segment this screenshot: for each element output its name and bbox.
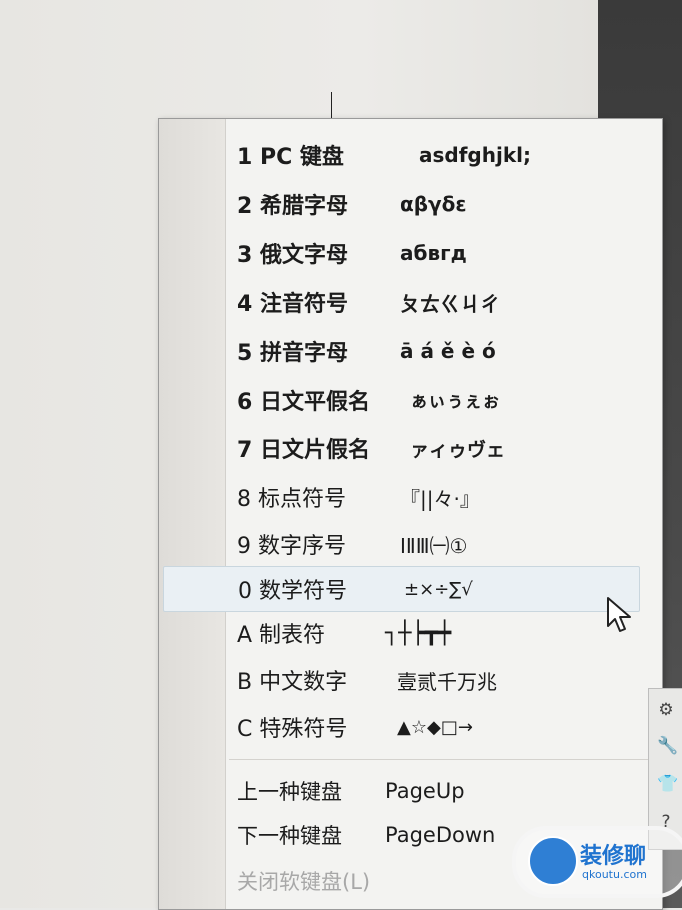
menu-item-greek[interactable]: 2 希腊字母 αβγδε bbox=[225, 182, 645, 226]
menu-item-label: 8 标点符号 bbox=[237, 487, 346, 512]
watermark-text: 装修聊 bbox=[580, 844, 647, 869]
menu-item-pinyin[interactable]: 5 拼音字母 ā á ě è ó bbox=[225, 329, 645, 373]
menu-item-punctuation[interactable]: 8 标点符号 『||々·』 bbox=[225, 475, 645, 519]
menu-item-label: 0 数学符号 bbox=[238, 579, 347, 604]
menu-item-katakana[interactable]: 7 日文片假名 ァィゥヴェ bbox=[225, 426, 645, 470]
soft-keyboard-menu: 1 PC 键盘 asdfghjkl; 2 希腊字母 αβγδε 3 俄文字母 а… bbox=[158, 118, 663, 910]
menu-item-sample: ⅠⅡⅢ㈠① bbox=[400, 533, 468, 558]
menu-item-hiragana[interactable]: 6 日文平假名 ぁぃぅぇぉ bbox=[225, 378, 645, 422]
menu-item-zhuyin[interactable]: 4 注音符号 ㄆㄊㄍㄐㄔ bbox=[225, 280, 645, 324]
menu-item-shortcut: PageUp bbox=[385, 779, 465, 803]
watermark-logo bbox=[528, 836, 578, 886]
gear-icon[interactable]: ⚙ bbox=[657, 701, 675, 719]
menu-item-label: 9 数字序号 bbox=[237, 534, 346, 559]
menu-item-sample: ▲☆◆□→ bbox=[397, 716, 473, 738]
menu-item-russian[interactable]: 3 俄文字母 абвгд bbox=[225, 231, 645, 275]
menu-item-box-drawing[interactable]: A 制表符 ┐┼┝┳┿ bbox=[225, 611, 645, 655]
menu-item-sample: ±×÷∑√ bbox=[404, 578, 473, 600]
menu-separator bbox=[229, 759, 649, 760]
menu-item-sample: ┐┼┝┳┿ bbox=[385, 620, 452, 646]
menu-item-special[interactable]: C 特殊符号 ▲☆◆□→ bbox=[225, 705, 645, 749]
menu-item-sample: asdfghjkl; bbox=[419, 143, 531, 167]
menu-item-label: 7 日文片假名 bbox=[237, 438, 370, 463]
watermark-url: qkoutu.com bbox=[582, 868, 647, 881]
menu-item-sample: 『||々·』 bbox=[400, 486, 480, 511]
menu-item-math[interactable]: 0 数学符号 ±×÷∑√ bbox=[163, 566, 640, 612]
menu-item-sample: αβγδε bbox=[400, 192, 467, 216]
shirt-icon[interactable]: 👕 bbox=[657, 775, 678, 793]
menu-item-sample: ā á ě è ó bbox=[400, 339, 496, 363]
menu-gutter bbox=[159, 119, 226, 909]
menu-item-label: 1 PC 键盘 bbox=[237, 145, 344, 170]
menu-item-sample: абвгд bbox=[400, 241, 467, 265]
menu-item-shortcut: PageDown bbox=[385, 823, 496, 847]
menu-item-label: 下一种键盘 bbox=[237, 824, 342, 848]
menu-item-pc-keyboard[interactable]: 1 PC 键盘 asdfghjkl; bbox=[225, 133, 645, 177]
wrench-icon[interactable]: 🔧 bbox=[657, 737, 678, 755]
menu-item-label: 3 俄文字母 bbox=[237, 243, 348, 268]
menu-item-label: 4 注音符号 bbox=[237, 292, 348, 317]
menu-item-label: 6 日文平假名 bbox=[237, 390, 370, 415]
menu-item-chinese-numerals[interactable]: B 中文数字 壹贰千万兆 bbox=[225, 658, 645, 702]
menu-item-sample: ァィゥヴェ bbox=[410, 438, 506, 461]
menu-item-label: 关闭软键盘(L) bbox=[237, 870, 371, 894]
menu-item-label: 2 希腊字母 bbox=[237, 194, 348, 219]
menu-item-prev-keyboard[interactable]: 上一种键盘 PageUp bbox=[225, 769, 645, 813]
menu-item-sample: ㄆㄊㄍㄐㄔ bbox=[400, 291, 500, 316]
mouse-pointer-icon bbox=[607, 597, 631, 632]
menu-item-label: 上一种键盘 bbox=[237, 780, 342, 804]
menu-item-numerals[interactable]: 9 数字序号 ⅠⅡⅢ㈠① bbox=[225, 522, 645, 566]
menu-item-label: 5 拼音字母 bbox=[237, 341, 348, 366]
menu-item-label: B 中文数字 bbox=[237, 670, 348, 695]
menu-item-sample: ぁぃぅぇぉ bbox=[410, 391, 500, 412]
menu-item-label: C 特殊符号 bbox=[237, 717, 348, 742]
menu-item-label: A 制表符 bbox=[237, 623, 326, 648]
menu-item-sample: 壹贰千万兆 bbox=[397, 669, 497, 694]
